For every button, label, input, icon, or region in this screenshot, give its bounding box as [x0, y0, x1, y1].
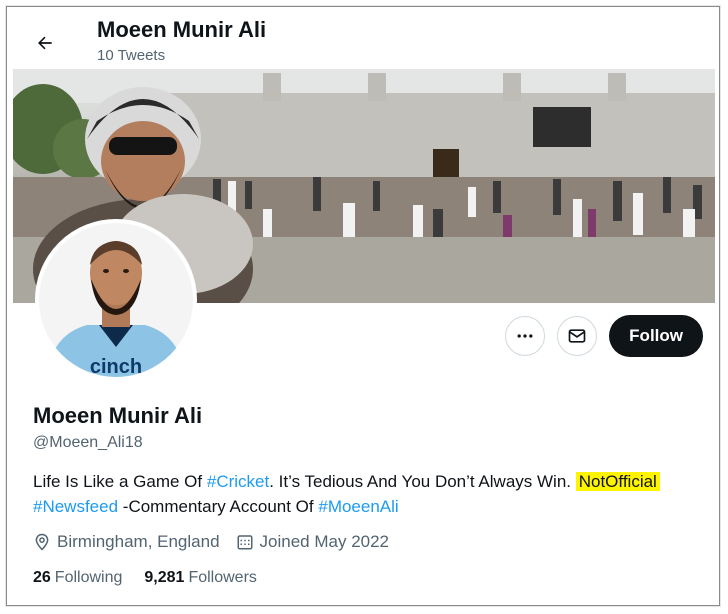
top-bar: Moeen Munir Ali 10 Tweets [7, 7, 719, 71]
profile-meta: Birmingham, England Joined May 2022 [33, 532, 405, 552]
back-button[interactable] [27, 25, 63, 61]
hashtag-newsfeed[interactable]: #Newsfeed [33, 497, 118, 516]
profile-handle: @Moeen_Ali18 [33, 434, 143, 451]
joined-text: Joined May 2022 [259, 532, 390, 551]
location-pin-icon [35, 533, 49, 551]
followers-label: Followers [188, 569, 257, 586]
calendar-icon [237, 535, 253, 550]
tweet-count: 10 Tweets [97, 47, 166, 64]
location-text: Birmingham, England [57, 532, 220, 551]
profile-stats: 26 Following 9,281 Followers [33, 569, 279, 587]
profile-actions: Follow [505, 315, 703, 357]
location-item: Birmingham, England [33, 532, 220, 552]
bio-text: . It’s Tedious And You Don’t Always Win. [269, 472, 576, 491]
followers-count: 9,281 [144, 569, 185, 586]
svg-text:cinch: cinch [90, 356, 142, 377]
more-button[interactable] [505, 316, 546, 356]
bio-text: -Commentary Account Of [118, 497, 319, 516]
follow-button[interactable]: Follow [609, 315, 703, 357]
followers-link[interactable]: 9,281 Followers [144, 569, 257, 587]
bio-text: Life Is Like a Game Of [33, 472, 207, 491]
profile-frame: Moeen Munir Ali 10 Tweets cinch Follow M… [6, 6, 720, 606]
joined-item: Joined May 2022 [236, 532, 389, 552]
envelope-icon [568, 329, 586, 343]
hashtag-cricket[interactable]: #Cricket [207, 472, 269, 491]
highlighted-text: NotOfficial [575, 472, 660, 491]
header-name: Moeen Munir Ali [97, 17, 267, 42]
arrow-left-icon [38, 36, 52, 50]
more-dots-icon [517, 334, 533, 338]
hashtag-moeenali[interactable]: #MoeenAli [318, 497, 398, 516]
profile-name: Moeen Munir Ali [33, 403, 203, 428]
following-link[interactable]: 26 Following [33, 569, 122, 587]
avatar[interactable]: cinch [35, 219, 197, 381]
following-label: Following [54, 569, 123, 586]
following-count: 26 [33, 569, 51, 586]
message-button[interactable] [557, 316, 598, 356]
profile-bio: Life Is Like a Game Of #Cricket. It’s Te… [33, 469, 709, 519]
